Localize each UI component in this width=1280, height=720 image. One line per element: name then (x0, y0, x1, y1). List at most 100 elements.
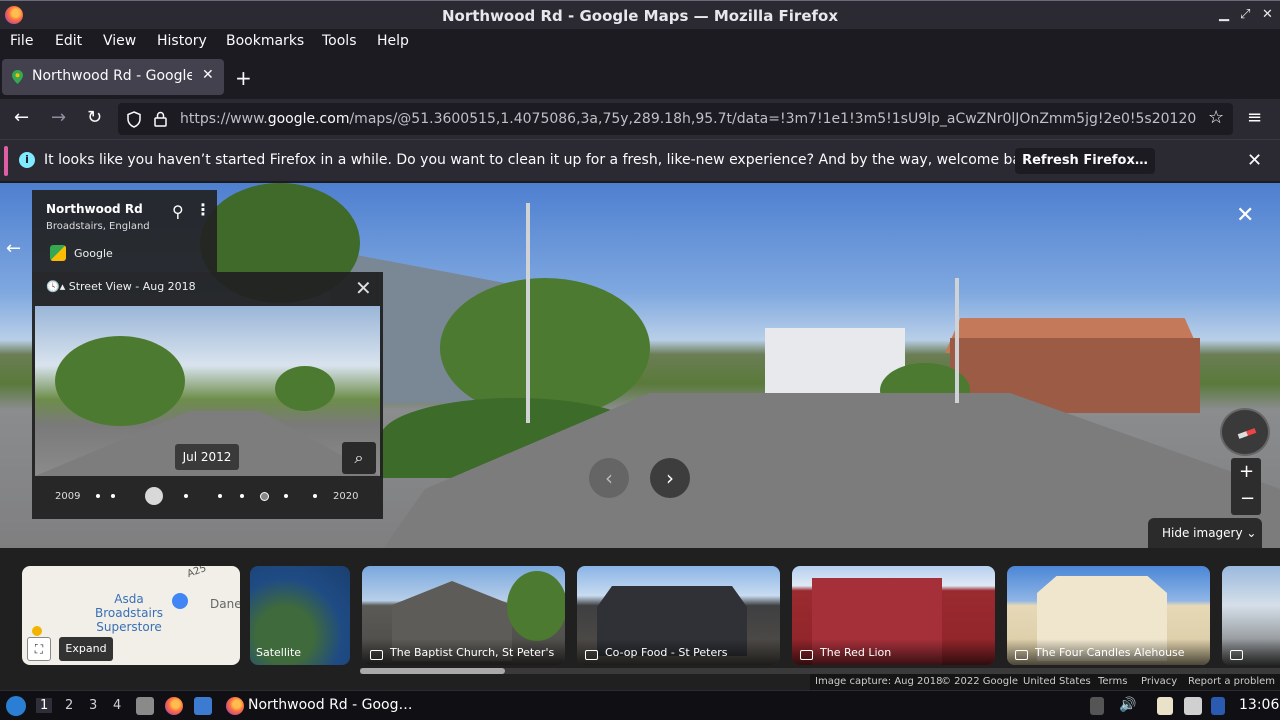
network-icon[interactable] (1090, 697, 1104, 715)
photo-card[interactable] (1222, 566, 1280, 665)
camera-icon (1230, 650, 1243, 660)
timeline-dot[interactable] (184, 494, 188, 498)
card-label: The Four Candles Alehouse (1035, 646, 1185, 659)
minimize-button[interactable]: ▁ (1219, 7, 1229, 22)
timeline-close-icon[interactable]: ✕ (355, 276, 372, 300)
app-menu-button[interactable]: ≡ (1247, 107, 1262, 128)
timeline-dot[interactable] (284, 494, 288, 498)
photo-card[interactable]: The Four Candles Alehouse (1007, 566, 1210, 665)
timeline-dot[interactable] (218, 494, 222, 498)
copyright: © 2022 Google (941, 676, 1019, 687)
workspace-1[interactable]: 1 (36, 698, 53, 713)
tab-northwood-rd[interactable]: Northwood Rd - Google M ✕ (2, 59, 224, 95)
menu-history[interactable]: History (157, 33, 207, 49)
privacy-link[interactable]: Privacy (1141, 676, 1177, 687)
tab-label: Northwood Rd - Google M (32, 68, 192, 84)
photo-card[interactable]: The Baptist Church, St Peter's (362, 566, 565, 665)
refresh-firefox-button[interactable]: Refresh Firefox… (1015, 148, 1155, 174)
photo-card[interactable]: The Red Lion (792, 566, 995, 665)
url-bar[interactable]: https://www.google.com/maps/@51.3600515,… (118, 103, 1233, 135)
screen-icon[interactable] (1184, 697, 1202, 715)
zoom-out-button[interactable]: − (1240, 488, 1255, 509)
menu-file[interactable]: File (10, 33, 33, 49)
satellite-card[interactable]: Satellite (250, 566, 350, 665)
timeline-header[interactable]: 🕓▴ Street View - Aug 2018 (46, 280, 196, 293)
url-path: /maps/@51.3600515,1.4075086,3a,75y,289.1… (349, 111, 1197, 127)
start-menu-icon[interactable] (6, 696, 26, 716)
preview-zoom-icon[interactable]: ⌕ (342, 442, 376, 474)
notification-accent (4, 146, 8, 176)
previous-arrow-icon[interactable]: ‹ (589, 458, 629, 498)
bookmark-star-icon[interactable]: ☆ (1208, 107, 1224, 128)
lamppost (526, 203, 530, 423)
desktop-icon[interactable] (194, 697, 212, 715)
zoom-in-button[interactable]: + (1239, 461, 1254, 482)
close-window-button[interactable]: ✕ (1262, 7, 1273, 22)
menu-view[interactable]: View (103, 33, 136, 49)
next-arrow-icon[interactable]: › (650, 458, 690, 498)
provider-label: Google (74, 247, 113, 260)
report-problem-link[interactable]: Report a problem (1188, 676, 1275, 687)
url-text[interactable]: https://www.google.com/maps/@51.3600515,… (180, 111, 1200, 127)
reload-button[interactable]: ↻ (87, 107, 102, 128)
expand-tooltip: Expand (59, 637, 113, 661)
card-label: The Baptist Church, St Peter's (390, 646, 555, 659)
photo-card[interactable]: Co-op Food - St Peters (577, 566, 780, 665)
maximize-button[interactable]: ⤢ (1240, 7, 1250, 22)
shield-icon[interactable] (126, 111, 142, 128)
google-maps-icon (50, 245, 66, 261)
timeline-current-marker[interactable] (260, 492, 269, 501)
timeline-dot[interactable] (240, 494, 244, 498)
hide-imagery-label: Hide imagery (1162, 526, 1243, 540)
new-tab-button[interactable]: + (235, 66, 252, 90)
lock-icon[interactable] (154, 111, 167, 127)
google-maps-favicon-icon (12, 70, 23, 84)
tab-close-icon[interactable]: ✕ (202, 67, 214, 83)
map-pin-icon[interactable]: ⚲ (172, 202, 184, 221)
road-label: A25 (185, 566, 208, 581)
pegman-icon[interactable] (32, 626, 42, 636)
menu-edit[interactable]: Edit (55, 33, 82, 49)
timeline-slider-thumb[interactable] (145, 487, 163, 505)
updates-icon[interactable] (1211, 697, 1225, 715)
navigation-toolbar: ← → ↻ https://www.google.com/maps/@51.36… (0, 99, 1280, 139)
tree (507, 571, 565, 641)
menu-tools[interactable]: Tools (322, 33, 357, 49)
workspace-4[interactable]: 4 (113, 698, 121, 713)
back-arrow-button[interactable]: ← (6, 238, 21, 259)
compass-needle (1237, 428, 1257, 439)
tab-strip: Northwood Rd - Google M ✕ + (0, 55, 1280, 99)
poi-label: Asda Broadstairs Superstore (87, 592, 171, 634)
workspace-3[interactable]: 3 (89, 698, 97, 713)
region-link[interactable]: United States (1023, 676, 1091, 687)
hide-imagery-button[interactable]: Hide imagery ⌄ (1148, 518, 1262, 548)
notification-close-icon[interactable]: ✕ (1247, 150, 1262, 171)
camera-icon (1015, 650, 1028, 660)
map-card[interactable]: A25 Asda Broadstairs Superstore Dane ⛶ E… (22, 566, 240, 665)
compass-icon[interactable] (1220, 408, 1270, 456)
taskbar-firefox-window[interactable]: Northwood Rd - Goog… (224, 693, 414, 719)
menu-bar: File Edit View History Bookmarks Tools H… (0, 29, 1280, 55)
timeline-dot[interactable] (313, 494, 317, 498)
close-street-view-icon[interactable]: ✕ (1236, 203, 1254, 228)
street-view-timeline-panel: 🕓▴ Street View - Aug 2018 ✕ Jul 2012 ⌕ 2… (32, 272, 383, 519)
expand-icon[interactable]: ⛶ (27, 637, 51, 661)
workspace-2[interactable]: 2 (65, 698, 73, 713)
firefox-launcher-icon[interactable] (165, 697, 183, 715)
clipboard-icon[interactable] (1157, 697, 1173, 715)
more-options-icon[interactable]: ⋮ (195, 200, 211, 219)
clock: 13:06 (1239, 697, 1280, 713)
system-taskbar: 1 2 3 4 Northwood Rd - Goog… 🔊 13:06 (0, 690, 1280, 720)
forward-button[interactable]: → (51, 107, 66, 128)
timeline-dot[interactable] (111, 494, 115, 498)
scrollbar-thumb[interactable] (360, 668, 505, 674)
back-button[interactable]: ← (14, 107, 29, 128)
shopping-icon (172, 593, 188, 609)
menu-help[interactable]: Help (377, 33, 409, 49)
file-manager-icon[interactable] (136, 697, 154, 715)
timeline-dot[interactable] (96, 494, 100, 498)
card-label: Co-op Food - St Peters (605, 646, 728, 659)
volume-icon[interactable]: 🔊 (1119, 697, 1137, 715)
terms-link[interactable]: Terms (1098, 676, 1127, 687)
menu-bookmarks[interactable]: Bookmarks (226, 33, 304, 49)
